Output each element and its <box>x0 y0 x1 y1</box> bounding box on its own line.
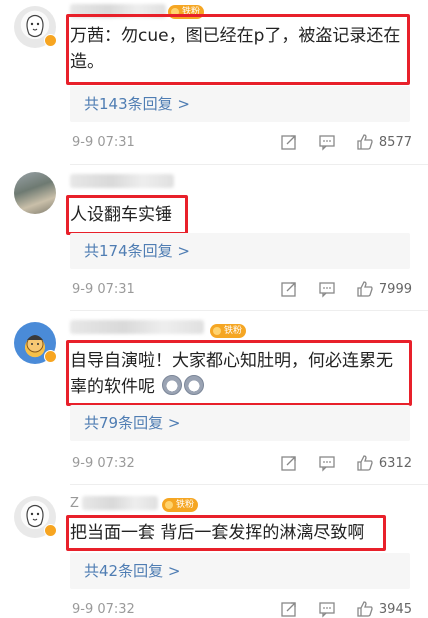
verified-badge-icon <box>44 524 57 537</box>
husky-emoji-icon <box>184 375 205 395</box>
comment-meta: 9-9 07:32 6312 <box>72 454 412 474</box>
like-count: 8577 <box>378 135 412 150</box>
username-blurred[interactable] <box>70 174 174 188</box>
cartoon-face-icon <box>26 504 44 528</box>
comment-meta: 9-9 07:31 7999 <box>72 280 412 300</box>
like-count: 7999 <box>378 282 412 297</box>
timestamp: 9-9 07:31 <box>72 135 135 150</box>
avatar[interactable] <box>14 172 56 214</box>
cartoon-kid-face-icon <box>26 335 44 353</box>
verified-badge-icon <box>44 34 57 47</box>
comment-icon[interactable] <box>318 600 336 618</box>
replies-link[interactable]: 共174条回复 > <box>70 233 410 269</box>
username-blurred[interactable] <box>82 496 158 510</box>
like-icon[interactable] <box>356 133 374 151</box>
comment-meta: 9-9 07:32 3945 <box>72 600 412 618</box>
divider <box>70 164 428 165</box>
username-blurred[interactable] <box>70 320 204 334</box>
like-icon[interactable] <box>356 280 374 298</box>
comment-text: 万茜：勿cue，图已经在p了，被盗记录还在造。 <box>70 26 401 72</box>
divider <box>70 484 428 485</box>
comment-text: 人设翻车实锤 <box>70 205 172 225</box>
fan-badge: 铁粉 <box>210 324 247 338</box>
comment-icon[interactable] <box>318 454 336 472</box>
fan-badge: 铁粉 <box>162 498 199 512</box>
username-prefix[interactable]: Z <box>70 496 79 511</box>
cartoon-face-icon <box>26 14 44 38</box>
verified-badge-icon <box>44 350 57 363</box>
divider <box>70 310 428 311</box>
comment-icon[interactable] <box>318 280 336 298</box>
replies-link[interactable]: 共42条回复 > <box>70 553 410 589</box>
comment-meta: 9-9 07:31 8577 <box>72 133 412 153</box>
replies-link[interactable]: 共143条回复 > <box>70 86 410 122</box>
like-icon[interactable] <box>356 454 374 472</box>
comment-icon[interactable] <box>318 133 336 151</box>
share-icon[interactable] <box>280 600 298 618</box>
husky-emoji-icon <box>162 375 183 395</box>
share-icon[interactable] <box>280 280 298 298</box>
comment-text: 自导自演啦！大家都心知肚明，何必连累无辜的软件呢 <box>70 348 406 400</box>
share-icon[interactable] <box>280 133 298 151</box>
replies-link[interactable]: 共79条回复 > <box>70 405 410 441</box>
like-count: 3945 <box>378 602 412 617</box>
timestamp: 9-9 07:32 <box>72 456 135 471</box>
comment-text: 把当面一套 背后一套发挥的淋漓尽致啊 <box>70 523 365 543</box>
comment-text-body: 自导自演啦！大家都心知肚明，何必连累无辜的软件呢 <box>70 351 393 397</box>
timestamp: 9-9 07:32 <box>72 602 135 617</box>
like-count: 6312 <box>378 456 412 471</box>
share-icon[interactable] <box>280 454 298 472</box>
like-icon[interactable] <box>356 600 374 618</box>
timestamp: 9-9 07:31 <box>72 282 135 297</box>
